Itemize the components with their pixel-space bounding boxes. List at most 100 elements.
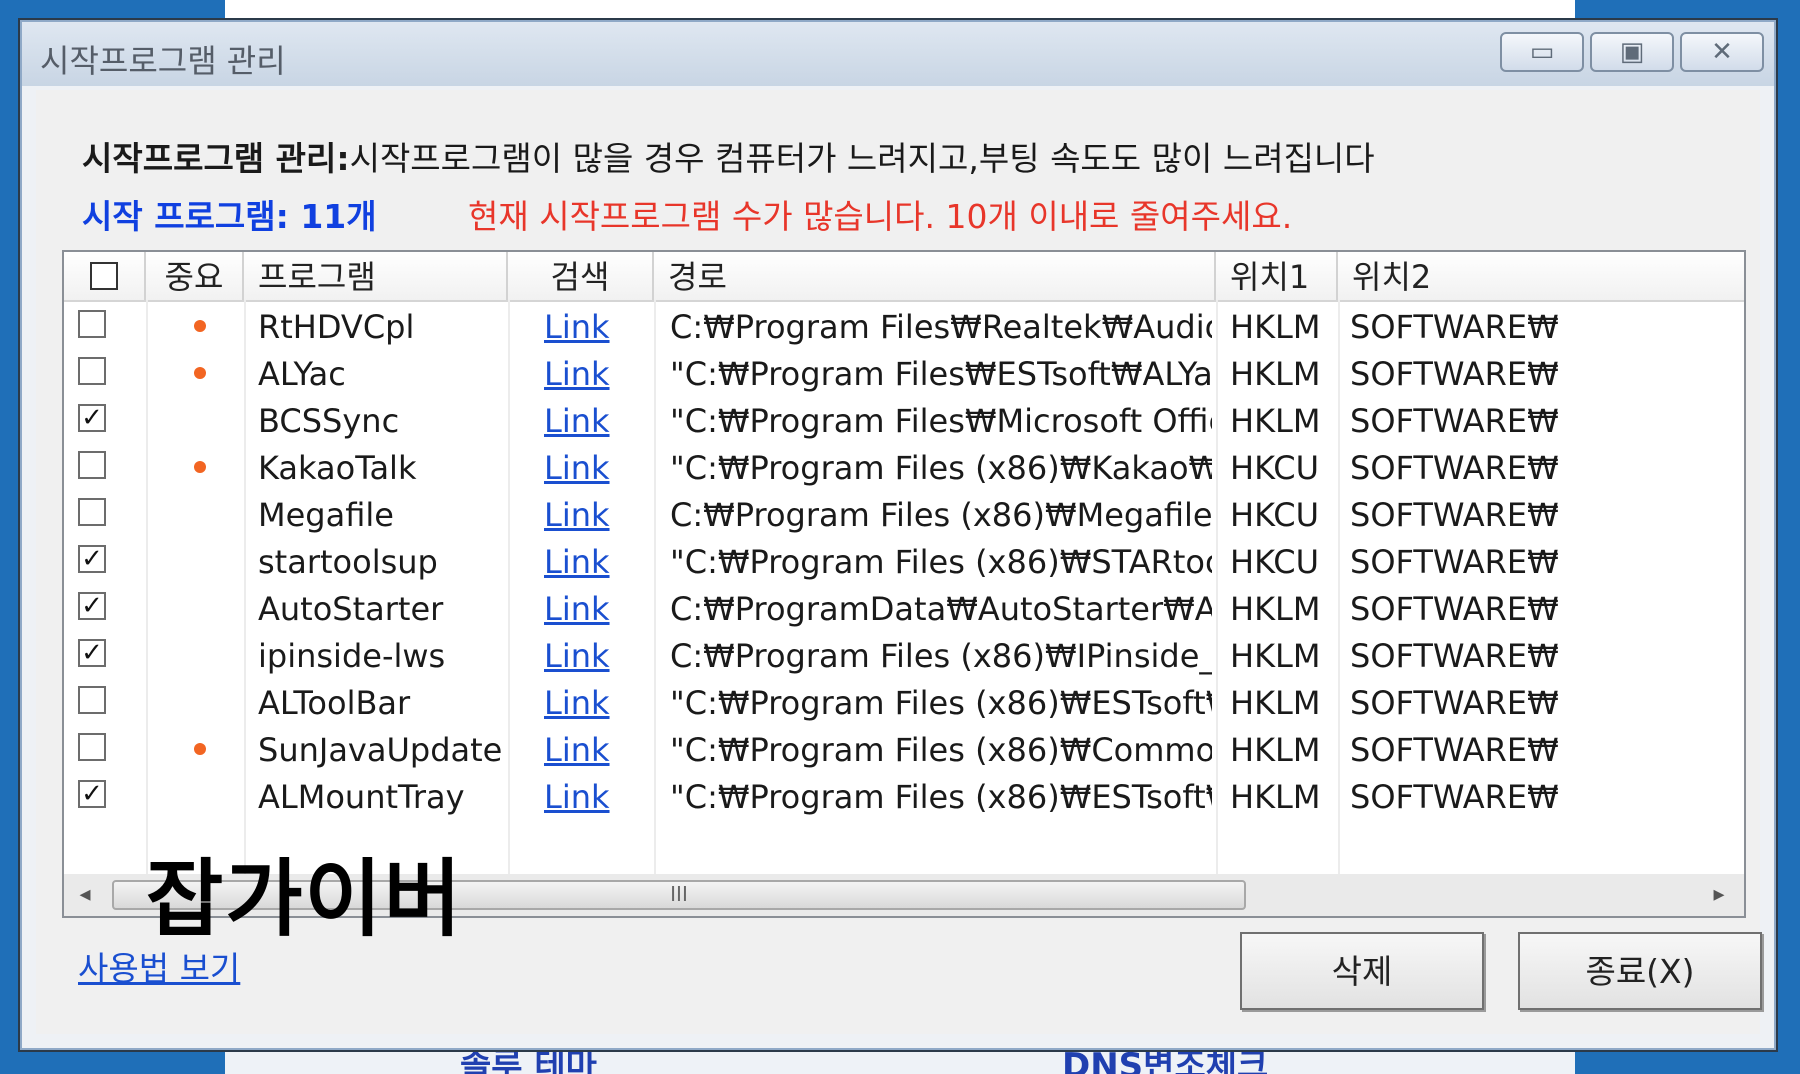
search-link[interactable]: Link	[544, 396, 654, 443]
program-name: ALYac	[258, 355, 346, 393]
table-row[interactable]: ✓ ALMountTray Link "C:₩Program Files (x86)₩…	[64, 772, 1744, 819]
search-link[interactable]: Link	[544, 584, 654, 631]
search-link[interactable]: Link	[544, 349, 654, 396]
location1: HKLM	[1230, 684, 1321, 722]
location2: SOFTWARE₩	[1350, 543, 1559, 581]
search-link-text[interactable]: Link	[544, 778, 610, 816]
table-row[interactable]: RtHDVCpl Link C:₩Program Files₩Realtek₩Aud…	[64, 302, 1744, 349]
table-row[interactable]: ✓ AutoStarter Link C:₩ProgramData₩AutoStart…	[64, 584, 1744, 631]
search-link[interactable]: Link	[544, 490, 654, 537]
important-dot-icon	[194, 461, 206, 473]
search-link-text[interactable]: Link	[544, 402, 610, 440]
location1: HKCU	[1230, 543, 1320, 581]
program-path: C:₩Program Files (x86)₩IPinside_LW...	[670, 637, 1212, 675]
startup-program-list[interactable]: 중요 프로그램 검색 경로 위치1 위치2 RtHDVCpl Link C:₩Pro…	[62, 250, 1746, 918]
row-checkbox[interactable]	[78, 686, 106, 714]
program-name: SunJavaUpdate...	[258, 731, 504, 769]
exit-button[interactable]: 종료(X)	[1518, 932, 1762, 1010]
search-link-text[interactable]: Link	[544, 496, 610, 534]
search-link[interactable]: Link	[544, 678, 654, 725]
location2: SOFTWARE₩	[1350, 496, 1559, 534]
close-window-button[interactable]: ✕	[1680, 32, 1764, 72]
scroll-left-icon[interactable]: ◂	[68, 878, 102, 912]
row-checkbox[interactable]: ✓	[78, 780, 106, 808]
location2: SOFTWARE₩	[1350, 637, 1559, 675]
program-path: C:₩ProgramData₩AutoStarter₩Auto...	[670, 590, 1212, 628]
search-link-text[interactable]: Link	[544, 355, 610, 393]
search-link-text[interactable]: Link	[544, 731, 610, 769]
search-link-text[interactable]: Link	[544, 637, 610, 675]
background-window-bottom	[225, 1052, 1575, 1074]
column-location2[interactable]: 위치2	[1338, 252, 1744, 300]
program-name: KakaoTalk	[258, 449, 417, 487]
row-checkbox[interactable]	[78, 357, 106, 385]
location2: SOFTWARE₩	[1350, 731, 1559, 769]
location1: HKLM	[1230, 637, 1321, 675]
header-select-all[interactable]	[64, 252, 146, 300]
scroll-right-icon[interactable]: ▸	[1702, 878, 1736, 912]
program-name: ALToolBar	[258, 684, 411, 722]
search-link[interactable]: Link	[544, 772, 654, 819]
program-name: ALMountTray	[258, 778, 465, 816]
program-name: AutoStarter	[258, 590, 444, 628]
location1: HKLM	[1230, 402, 1321, 440]
background-window-top	[225, 0, 1575, 18]
info-text: 시작프로그램이 많을 경우 컴퓨터가 느려지고,부팅 속도도 많이 느려집니다	[349, 139, 1375, 178]
column-important[interactable]: 중요	[146, 252, 244, 300]
table-row[interactable]: ✓ startoolsup Link "C:₩Program Files (x86)₩…	[64, 537, 1744, 584]
search-link[interactable]: Link	[544, 631, 654, 678]
search-link-text[interactable]: Link	[544, 590, 610, 628]
maximize-button[interactable]: ▣	[1590, 32, 1674, 72]
search-link-text[interactable]: Link	[544, 543, 610, 581]
search-link-text[interactable]: Link	[544, 684, 610, 722]
search-link[interactable]: Link	[544, 302, 654, 349]
search-link[interactable]: Link	[544, 725, 654, 772]
column-search[interactable]: 검색	[508, 252, 654, 300]
column-program[interactable]: 프로그램	[244, 252, 508, 300]
startup-manager-dialog: 시작프로그램 관리 ▭ ▣ ✕ 시작프로그램 관리:시작프로그램이 많을 경우 …	[18, 18, 1778, 1052]
program-path: "C:₩Program Files (x86)₩ESTsoft₩A...	[670, 684, 1212, 722]
column-path[interactable]: 경로	[654, 252, 1216, 300]
program-path: "C:₩Program Files (x86)₩ESTsoft₩A...	[670, 778, 1212, 816]
table-row[interactable]: SunJavaUpdate... Link "C:₩Program Files (x…	[64, 725, 1744, 772]
select-all-checkbox[interactable]	[90, 262, 118, 290]
search-link[interactable]: Link	[544, 537, 654, 584]
row-checkbox[interactable]: ✓	[78, 592, 106, 620]
row-checkbox[interactable]: ✓	[78, 404, 106, 432]
row-checkbox[interactable]	[78, 733, 106, 761]
program-name: BCSSync	[258, 402, 400, 440]
location2: SOFTWARE₩	[1350, 308, 1559, 346]
location2: SOFTWARE₩	[1350, 778, 1559, 816]
help-link[interactable]: 사용법 보기	[78, 942, 240, 990]
row-checkbox[interactable]: ✓	[78, 639, 106, 667]
window-title: 시작프로그램 관리	[40, 42, 286, 80]
table-row[interactable]: ALYac Link "C:₩Program Files₩ESTsoft₩ALYac…	[64, 349, 1744, 396]
program-name: ipinside-lws	[258, 637, 446, 675]
search-link-text[interactable]: Link	[544, 308, 610, 346]
search-link-text[interactable]: Link	[544, 449, 610, 487]
dialog-client-area: 시작프로그램 관리:시작프로그램이 많을 경우 컴퓨터가 느려지고,부팅 속도도…	[36, 90, 1762, 1034]
location1: HKLM	[1230, 308, 1321, 346]
table-row[interactable]: ALToolBar Link "C:₩Program Files (x86)₩EST…	[64, 678, 1744, 725]
program-path: "C:₩Program Files₩ESTsoft₩ALYac...	[670, 355, 1212, 393]
program-path: "C:₩Program Files (x86)₩Common Fil...	[670, 731, 1212, 769]
location2: SOFTWARE₩	[1350, 684, 1559, 722]
location2: SOFTWARE₩	[1350, 590, 1559, 628]
search-link[interactable]: Link	[544, 443, 654, 490]
column-location1[interactable]: 위치1	[1216, 252, 1338, 300]
title-bar[interactable]: 시작프로그램 관리 ▭ ▣ ✕	[22, 22, 1774, 86]
minimize-button[interactable]: ▭	[1500, 32, 1584, 72]
delete-button[interactable]: 삭제	[1240, 932, 1484, 1010]
row-checkbox[interactable]: ✓	[78, 545, 106, 573]
table-row[interactable]: ✓ BCSSync Link "C:₩Program Files₩Microsoft …	[64, 396, 1744, 443]
table-row[interactable]: ✓ ipinside-lws Link C:₩Program Files (x86)₩…	[64, 631, 1744, 678]
row-checkbox[interactable]	[78, 310, 106, 338]
row-checkbox[interactable]	[78, 451, 106, 479]
row-checkbox[interactable]	[78, 498, 106, 526]
warning-message: 현재 시작프로그램 수가 많습니다. 10개 이내로 줄여주세요.	[468, 197, 1293, 236]
location2: SOFTWARE₩	[1350, 355, 1559, 393]
grip-icon: III	[670, 882, 688, 906]
table-row[interactable]: Megafile Link C:₩Program Files (x86)₩Megaf…	[64, 490, 1744, 537]
table-row[interactable]: KakaoTalk Link "C:₩Program Files (x86)₩Kak…	[64, 443, 1744, 490]
location1: HKLM	[1230, 778, 1321, 816]
